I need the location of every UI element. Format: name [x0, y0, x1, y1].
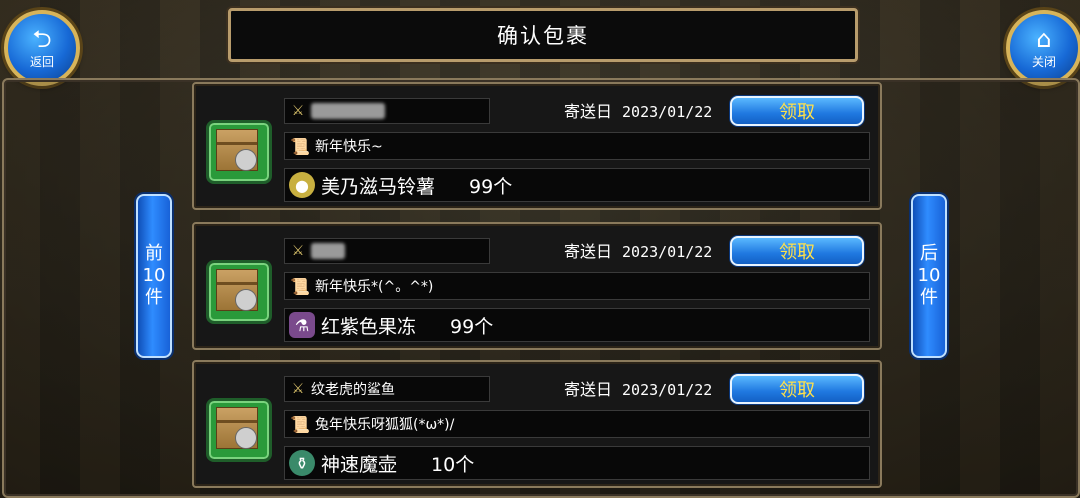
back-label: 返回 — [29, 54, 54, 69]
prev-label-2: 10 — [142, 265, 166, 286]
message-text: 新年快乐*(^。^*) — [315, 279, 434, 295]
next-label-1: 后 — [920, 243, 938, 264]
sender-field: ⚔ — [284, 98, 490, 124]
sender-field: ⚔ 纹老虎的鲨鱼 — [284, 376, 490, 402]
scroll-icon: 📜 — [290, 136, 310, 156]
next-10-button[interactable]: 后 10 件 — [911, 194, 947, 358]
package-card: ⚔ 纹老虎的鲨鱼 寄送日 2023/01/22 领取 📜 兔年快乐呀狐狐(*ω*)… — [192, 360, 882, 488]
item-name: 红紫色果冻 — [321, 315, 417, 338]
receive-button[interactable]: 领取 — [730, 374, 864, 404]
sender-field: ⚔ — [284, 238, 490, 264]
send-date: 寄送日 2023/01/22 — [564, 376, 712, 400]
receive-button[interactable]: 领取 — [730, 236, 864, 266]
package-box-icon — [206, 260, 272, 324]
home-icon: ⌂ — [1036, 24, 1052, 53]
send-date-value: 2023/01/22 — [622, 243, 713, 261]
back-arrow-icon: ⮌ — [32, 24, 52, 53]
potion-icon: ⚗ — [289, 312, 315, 338]
page-title: 确认包裹 — [497, 24, 589, 48]
next-label-2: 10 — [917, 265, 941, 286]
send-date-label: 寄送日 — [564, 242, 613, 261]
package-card: ⚔ 寄送日 2023/01/22 领取 📜 新年快乐~ ● 美乃滋马铃薯 99个 — [192, 82, 882, 210]
sender-name: 纹老虎的鲨鱼 — [311, 382, 395, 398]
send-date-value: 2023/01/22 — [622, 103, 713, 121]
send-date-label: 寄送日 — [564, 380, 613, 399]
prev-label-1: 前 — [145, 243, 163, 264]
item-field: ⚗ 红紫色果冻 99个 — [284, 308, 870, 342]
scroll-icon: 📜 — [290, 276, 310, 296]
item-name: 美乃滋马铃薯 — [321, 175, 436, 198]
message-text: 兔年快乐呀狐狐(*ω*)/ — [315, 417, 455, 433]
sender-name-redacted — [311, 243, 345, 259]
item-field: ⚱ 神速魔壶 10个 — [284, 446, 870, 480]
sword-icon: ⚔ — [291, 243, 305, 259]
message-field: 📜 新年快乐*(^。^*) — [284, 272, 870, 300]
package-box-icon — [206, 398, 272, 462]
sender-name-redacted — [311, 103, 385, 119]
send-date-value: 2023/01/22 — [622, 381, 713, 399]
item-name: 神速魔壶 — [321, 453, 398, 476]
message-text: 新年快乐~ — [315, 139, 383, 155]
back-button[interactable]: ⮌ 返回 — [4, 10, 80, 86]
title-bar: 确认包裹 — [228, 8, 858, 62]
item-count: 99个 — [469, 175, 513, 198]
sword-icon: ⚔ — [291, 103, 305, 119]
message-field: 📜 兔年快乐呀狐狐(*ω*)/ — [284, 410, 870, 438]
sword-icon: ⚔ — [291, 381, 305, 397]
pot-icon: ⚱ — [289, 450, 315, 476]
send-date: 寄送日 2023/01/22 — [564, 238, 712, 262]
prev-10-button[interactable]: 前 10 件 — [136, 194, 172, 358]
next-label-3: 件 — [920, 287, 938, 308]
prev-label-3: 件 — [145, 287, 163, 308]
package-card: ⚔ 寄送日 2023/01/22 领取 📜 新年快乐*(^。^*) ⚗ 红紫色果冻… — [192, 222, 882, 350]
item-count: 99个 — [450, 315, 494, 338]
item-count: 10个 — [431, 453, 475, 476]
send-date: 寄送日 2023/01/22 — [564, 98, 712, 122]
close-button[interactable]: ⌂ 关闭 — [1006, 10, 1080, 86]
close-label: 关闭 — [1031, 54, 1056, 69]
package-box-icon — [206, 120, 272, 184]
send-date-label: 寄送日 — [564, 102, 613, 121]
receive-button[interactable]: 领取 — [730, 96, 864, 126]
potato-icon: ● — [289, 172, 315, 198]
message-field: 📜 新年快乐~ — [284, 132, 870, 160]
scroll-icon: 📜 — [290, 414, 310, 434]
item-field: ● 美乃滋马铃薯 99个 — [284, 168, 870, 202]
